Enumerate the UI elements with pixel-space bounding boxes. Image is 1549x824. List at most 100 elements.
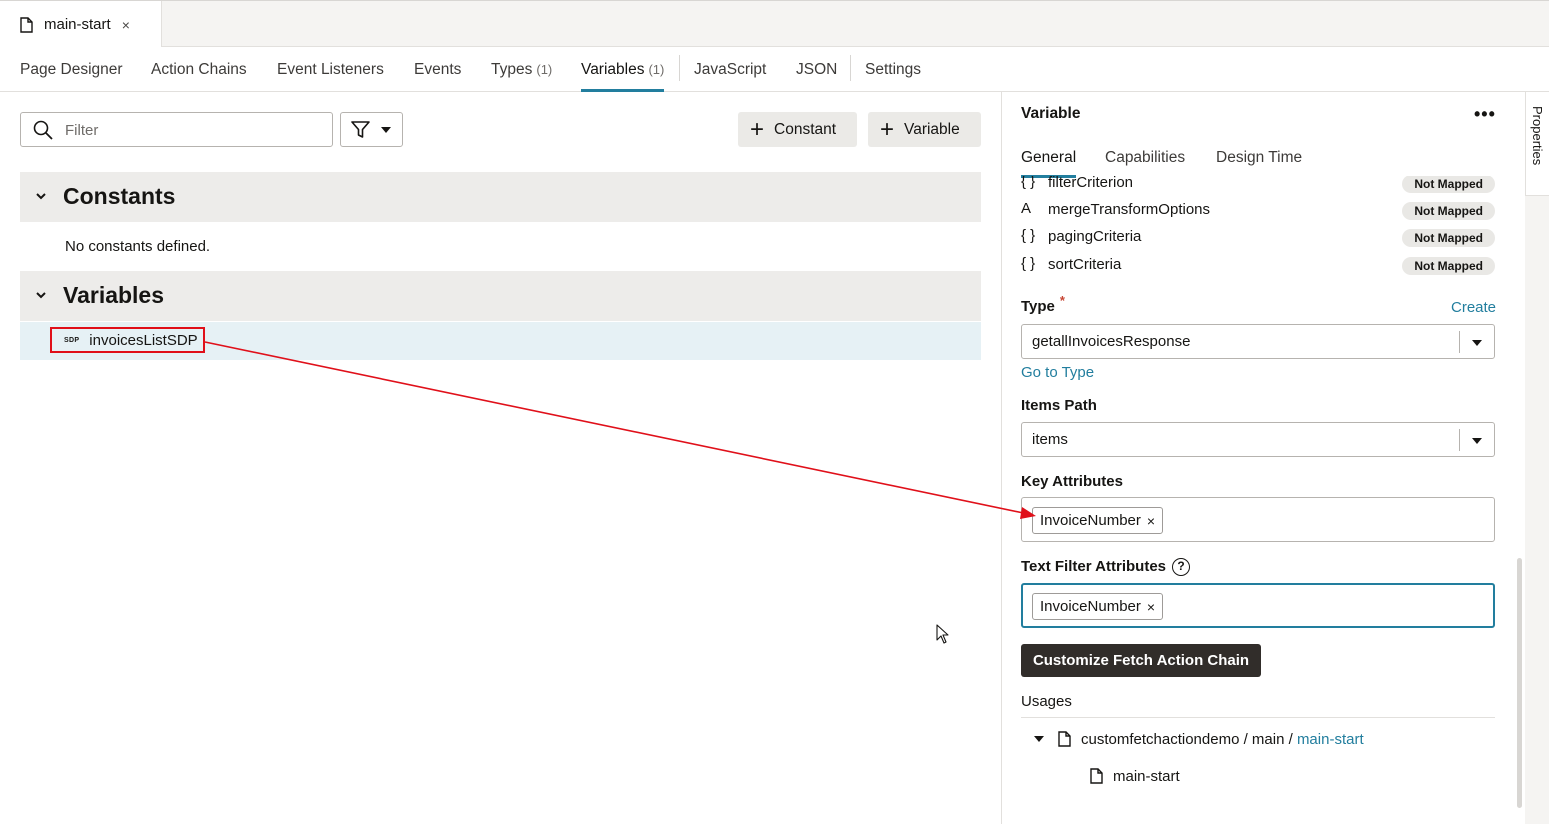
variables-section-header[interactable]: Variables (20, 271, 981, 321)
add-variable-button[interactable]: + Variable (868, 112, 981, 147)
tab-settings[interactable]: Settings (865, 47, 921, 92)
select-value: items (1032, 431, 1068, 448)
funnel-icon (351, 121, 370, 138)
document-icon (1058, 731, 1071, 747)
editor-tab-bar: Page Designer Action Chains Event Listen… (0, 47, 1549, 92)
usage-path: customfetchactiondemo / main / (1081, 730, 1297, 748)
tab-design-time[interactable]: Design Time (1216, 149, 1302, 167)
text-filter-label: Text Filter Attributes? (1021, 558, 1191, 576)
remove-chip-icon[interactable]: × (1147, 513, 1155, 529)
file-tab-main-start[interactable]: main-start × (0, 1, 162, 48)
usage-link[interactable]: main-start (1297, 731, 1364, 748)
mapping-list: { } filterCriterion Not Mapped A mergeTr… (1003, 176, 1513, 286)
tab-label: JavaScript (694, 60, 767, 78)
chevron-down-icon[interactable] (1472, 438, 1482, 444)
select-value: getallInvoicesResponse (1032, 333, 1191, 350)
section-title: Variables (63, 282, 165, 308)
tab-divider (850, 55, 851, 81)
mapping-name: filterCriterion (1048, 176, 1134, 191)
filter-field[interactable] (20, 112, 333, 147)
type-label: Type * (1021, 293, 1065, 315)
tab-events[interactable]: Events (414, 47, 461, 92)
tab-action-chains[interactable]: Action Chains (151, 47, 247, 92)
chevron-down-icon (36, 292, 46, 299)
create-type-link[interactable]: Create (1451, 299, 1496, 316)
button-label: Variable (904, 120, 960, 138)
filter-input[interactable] (65, 119, 325, 141)
tab-label: JSON (796, 60, 838, 78)
side-strip (1525, 196, 1549, 824)
tab-javascript[interactable]: JavaScript (694, 47, 766, 92)
status-badge: Not Mapped (1402, 257, 1495, 275)
usages-label: Usages (1021, 693, 1072, 710)
tab-label: Variables (581, 60, 645, 78)
items-path-label: Items Path (1021, 397, 1097, 414)
remove-chip-icon[interactable]: × (1147, 599, 1155, 615)
list-item[interactable]: { } sortCriteria Not Mapped (1021, 255, 1495, 277)
status-badge: Not Mapped (1402, 202, 1495, 220)
text-filter-attributes-input[interactable]: InvoiceNumber × (1021, 583, 1495, 628)
scrollbar[interactable] (1517, 558, 1522, 808)
plus-icon: + (880, 115, 895, 143)
tab-label: Settings (865, 60, 922, 78)
status-badge: Not Mapped (1402, 229, 1495, 247)
chevron-down-icon (381, 127, 391, 133)
tab-general[interactable]: General (1021, 149, 1077, 178)
tab-count: (1) (536, 62, 553, 77)
tab-types[interactable]: Types (1) (491, 47, 552, 92)
list-item[interactable]: { } pagingCriteria Not Mapped (1021, 227, 1495, 249)
tab-count: (1) (648, 62, 665, 77)
constants-section-header[interactable]: Constants (20, 172, 981, 222)
divider (1459, 429, 1460, 451)
tab-capabilities[interactable]: Capabilities (1105, 149, 1185, 167)
object-icon: { } (1021, 255, 1036, 272)
tab-label: Types (491, 60, 533, 78)
usage-tree-node[interactable]: customfetchactiondemo / main / main-star… (1034, 729, 1364, 749)
add-constant-button[interactable]: + Constant (738, 112, 857, 147)
variable-invoicesListSDP[interactable]: SDP invoicesListSDP (50, 327, 205, 353)
type-select[interactable]: getallInvoicesResponse (1021, 324, 1495, 359)
chevron-down-icon[interactable] (1472, 340, 1482, 346)
string-icon: A (1021, 200, 1032, 217)
go-to-type-link[interactable]: Go to Type (1021, 364, 1094, 381)
file-tab-bar: main-start × (0, 0, 1549, 48)
mapping-name: mergeTransformOptions (1048, 201, 1210, 218)
key-attributes-label: Key Attributes (1021, 473, 1123, 490)
panel-title: Variable (1021, 105, 1081, 122)
more-options-icon[interactable]: ••• (1474, 104, 1496, 125)
side-tab-label: Properties (1530, 106, 1545, 166)
tab-event-listeners[interactable]: Event Listeners (277, 47, 384, 92)
list-item[interactable]: { } filterCriterion Not Mapped (1021, 176, 1495, 195)
label-text: Text Filter Attributes (1021, 558, 1167, 575)
mapping-name: pagingCriteria (1048, 228, 1142, 245)
close-icon[interactable]: × (122, 18, 130, 32)
document-icon (20, 16, 33, 33)
attribute-chip: InvoiceNumber × (1032, 507, 1164, 534)
object-icon: { } (1021, 176, 1036, 190)
customize-fetch-action-chain-button[interactable]: Customize Fetch Action Chain (1021, 644, 1261, 677)
usage-tree-child[interactable]: main-start (1090, 766, 1180, 786)
filter-options-button[interactable] (340, 112, 403, 147)
divider (1459, 331, 1460, 353)
required-mark: * (1059, 293, 1065, 308)
section-title: Constants (63, 183, 176, 209)
list-item[interactable]: A mergeTransformOptions Not Mapped (1021, 200, 1495, 222)
tab-divider (679, 55, 680, 81)
tab-variables[interactable]: Variables (1) (581, 47, 665, 92)
tab-json[interactable]: JSON (796, 47, 837, 92)
usage-child-label: main-start (1113, 767, 1180, 785)
divider (1021, 717, 1495, 718)
key-attributes-input[interactable]: InvoiceNumber × (1021, 497, 1495, 542)
properties-side-tab[interactable]: Properties (1525, 92, 1549, 196)
tab-page-designer[interactable]: Page Designer (20, 47, 123, 92)
expand-triangle-icon[interactable] (1034, 736, 1044, 742)
chevron-down-icon (36, 193, 46, 200)
tab-label: Events (414, 60, 462, 78)
status-badge: Not Mapped (1402, 176, 1495, 193)
mouse-cursor-icon (936, 624, 949, 644)
label-text: Type (1021, 298, 1055, 315)
items-path-select[interactable]: items (1021, 422, 1495, 457)
object-icon: { } (1021, 227, 1036, 244)
tab-label: Event Listeners (277, 60, 384, 78)
help-icon[interactable]: ? (1172, 558, 1191, 576)
